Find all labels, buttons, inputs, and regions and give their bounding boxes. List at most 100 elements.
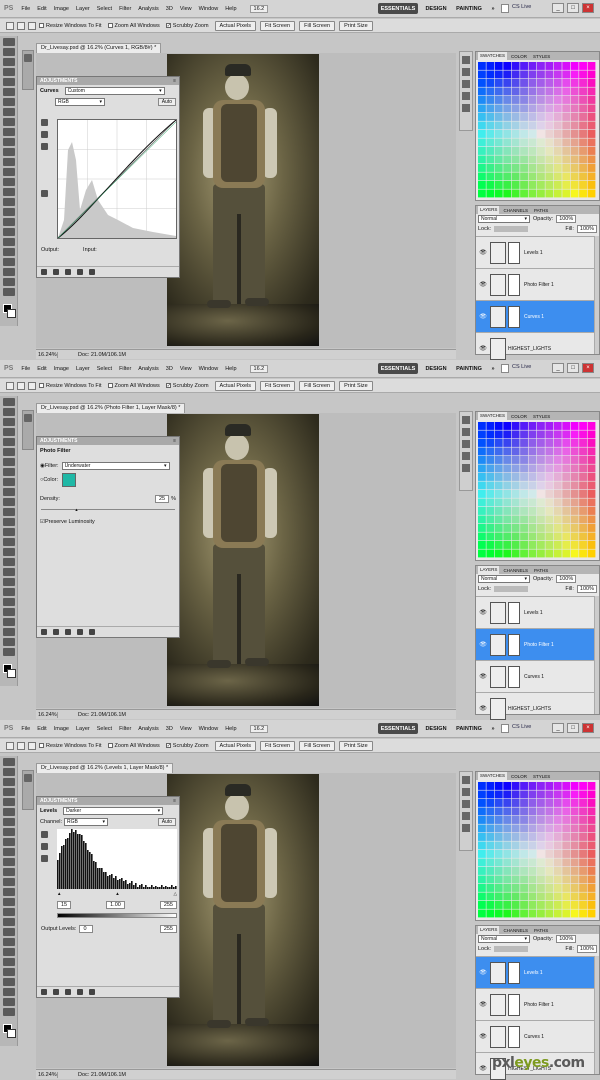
tool-icon[interactable] <box>3 818 15 826</box>
layer-row[interactable]: 👁 HIGHEST_LIGHTS <box>476 332 594 360</box>
tool-icon[interactable] <box>3 108 15 116</box>
tool-icon[interactable] <box>3 828 15 836</box>
clip-icon[interactable] <box>53 269 59 275</box>
tool-icon[interactable] <box>3 158 15 166</box>
maximize-button[interactable]: □ <box>567 723 579 733</box>
close-button[interactable]: × <box>582 363 594 373</box>
tool-icon[interactable] <box>3 628 15 636</box>
tool-icon[interactable] <box>3 218 15 226</box>
menu-item[interactable]: Edit <box>37 6 46 12</box>
tool-icon[interactable] <box>3 518 15 526</box>
tool-icon[interactable] <box>3 938 15 946</box>
tab-channels[interactable]: CHANNELS <box>501 208 530 213</box>
menu-item[interactable]: File <box>21 6 30 12</box>
tool-icon[interactable] <box>3 98 15 106</box>
resize-windows-checkbox[interactable]: Resize Windows To Fit <box>39 743 102 749</box>
tool-icon[interactable] <box>3 1008 15 1016</box>
background-color-swatch[interactable] <box>7 669 16 678</box>
eye-icon[interactable] <box>65 269 71 275</box>
workspace-design[interactable]: DESIGN <box>422 363 450 374</box>
menu-item[interactable]: Layer <box>76 6 90 12</box>
zoom-in-icon[interactable] <box>17 741 25 750</box>
adjustments-dock-icon[interactable] <box>24 774 32 782</box>
tool-icon[interactable] <box>3 638 15 646</box>
status-zoom[interactable]: 16.24% <box>36 1071 58 1078</box>
slider-thumb[interactable]: ▲ <box>75 507 79 512</box>
tab-layers[interactable]: LAYERS <box>478 566 500 574</box>
swatch-grid[interactable] <box>478 782 596 918</box>
tool-icon[interactable] <box>3 88 15 96</box>
scrubby-zoom-checkbox[interactable]: ✓ Scrubby Zoom <box>165 743 209 749</box>
menu-item[interactable]: Analysis <box>138 366 158 372</box>
tool-icon[interactable] <box>3 788 15 796</box>
document-tab[interactable]: Dr_Livesay.psd @ 16.2% (Curves 1, RGB/8#… <box>36 43 162 53</box>
tool-icon[interactable] <box>3 398 15 406</box>
tool-icon[interactable] <box>3 558 15 566</box>
tab-styles[interactable]: STYLES <box>531 54 552 59</box>
menu-item[interactable]: Select <box>97 6 112 12</box>
document-tab[interactable]: Dr_Livesay.psd @ 16.2% (Photo Filter 1, … <box>36 403 186 413</box>
lock-icons[interactable] <box>494 586 529 592</box>
search-icon[interactable] <box>501 364 509 373</box>
tool-icon[interactable] <box>3 588 15 596</box>
menu-item[interactable]: 3D <box>166 6 173 12</box>
density-slider[interactable]: ▲ <box>41 505 175 512</box>
layer-row[interactable]: 👁 Curves 1 <box>476 1020 594 1052</box>
input-slider[interactable]: ▲ ▲ △ <box>57 891 177 897</box>
layers-scrollbar[interactable] <box>594 236 599 354</box>
menu-item[interactable]: File <box>21 366 30 372</box>
eye-icon[interactable]: 👁 <box>479 969 487 977</box>
output-white-field[interactable]: 255 <box>159 925 177 933</box>
menu-item[interactable]: Analysis <box>138 6 158 12</box>
tool-icon[interactable] <box>3 958 15 966</box>
tool-icon[interactable] <box>3 138 15 146</box>
tool-icon[interactable] <box>3 858 15 866</box>
tab-layers[interactable]: LAYERS <box>478 926 500 934</box>
workspace-essentials[interactable]: ESSENTIALS <box>378 363 418 374</box>
print-size-button[interactable]: Print Size <box>339 740 373 751</box>
eye-icon[interactable]: 👁 <box>479 281 487 289</box>
tool-icon[interactable] <box>3 488 15 496</box>
swatch-grid[interactable] <box>478 422 596 558</box>
zoom-all-checkbox[interactable]: Zoom All Windows <box>107 383 160 389</box>
eyedropper-icon[interactable] <box>41 831 48 838</box>
fill-field[interactable]: 100% <box>576 225 597 233</box>
blend-mode-dropdown[interactable]: Normal ▾ <box>478 575 530 583</box>
tool-icon[interactable] <box>3 458 15 466</box>
actual-pixels-button[interactable]: Actual Pixels <box>214 20 257 31</box>
layer-mask-thumbnail[interactable] <box>508 665 520 688</box>
background-color-swatch[interactable] <box>7 1029 16 1038</box>
channel-dropdown[interactable]: RGB ▾ <box>55 97 105 106</box>
tool-icon[interactable] <box>3 208 15 216</box>
layer-mask-thumbnail[interactable] <box>508 633 520 656</box>
eye-icon[interactable]: 👁 <box>479 641 487 649</box>
panel-icon[interactable] <box>462 824 470 832</box>
adjustments-dock-icon[interactable] <box>24 54 32 62</box>
minimize-button[interactable]: _ <box>552 723 564 733</box>
menu-item[interactable]: Help <box>225 726 236 732</box>
curve-pencil-icon[interactable] <box>41 190 48 197</box>
zoom-in-icon[interactable] <box>17 381 25 390</box>
layer-row[interactable]: 👁 Photo Filter 1 <box>476 628 594 660</box>
tab-paths[interactable]: PATHS <box>532 568 550 573</box>
tool-icon[interactable] <box>3 418 15 426</box>
tool-icon[interactable] <box>3 168 15 176</box>
menu-item[interactable]: Analysis <box>138 726 158 732</box>
tool-icon[interactable] <box>3 598 15 606</box>
layer-row[interactable]: 👁 Curves 1 <box>476 660 594 692</box>
resize-windows-checkbox[interactable]: Resize Windows To Fit <box>39 383 102 389</box>
eye-icon[interactable] <box>65 989 71 995</box>
panel-icon[interactable] <box>462 812 470 820</box>
menu-item[interactable]: Layer <box>76 366 90 372</box>
tool-icon[interactable] <box>3 648 15 656</box>
tool-icon[interactable] <box>3 528 15 536</box>
reset-icon[interactable] <box>77 989 83 995</box>
eye-icon[interactable]: 👁 <box>479 705 487 713</box>
scrubby-zoom-checkbox[interactable]: ✓ Scrubby Zoom <box>165 383 209 389</box>
fit-screen-button[interactable]: Fit Screen <box>260 20 296 31</box>
tool-icon[interactable] <box>3 48 15 56</box>
layer-mask-thumbnail[interactable] <box>508 305 520 328</box>
eyedropper-icon[interactable] <box>41 119 48 126</box>
panel-icon[interactable] <box>462 104 470 112</box>
fill-field[interactable]: 100% <box>576 585 597 593</box>
